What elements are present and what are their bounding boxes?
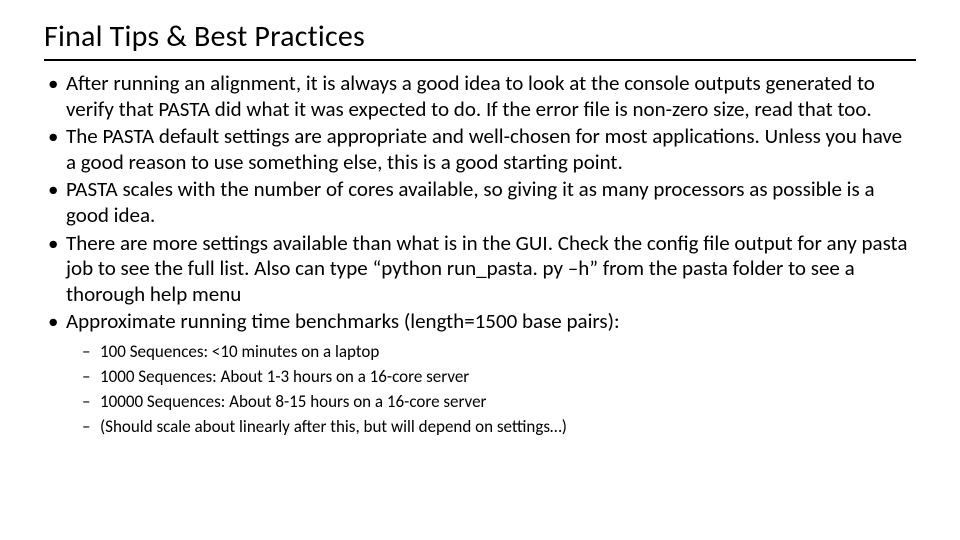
sub-bullet-item: (Should scale about linearly after this,… [82,416,916,439]
sub-bullet-item: 1000 Sequences: About 1-3 hours on a 16-… [82,366,916,389]
slide-title: Final Tips & Best Practices [44,18,916,61]
bullet-item: Approximate running time benchmarks (len… [44,309,916,335]
bullet-item: PASTA scales with the number of cores av… [44,177,916,228]
bullet-item: After running an alignment, it is always… [44,71,916,122]
bullet-list: After running an alignment, it is always… [44,71,916,335]
slide: Final Tips & Best Practices After runnin… [0,0,960,540]
sub-bullet-item: 10000 Sequences: About 8-15 hours on a 1… [82,391,916,414]
sub-bullet-list: 100 Sequences: <10 minutes on a laptop 1… [44,341,916,439]
bullet-item: There are more settings available than w… [44,231,916,308]
sub-bullet-item: 100 Sequences: <10 minutes on a laptop [82,341,916,364]
bullet-item: The PASTA default settings are appropria… [44,124,916,175]
